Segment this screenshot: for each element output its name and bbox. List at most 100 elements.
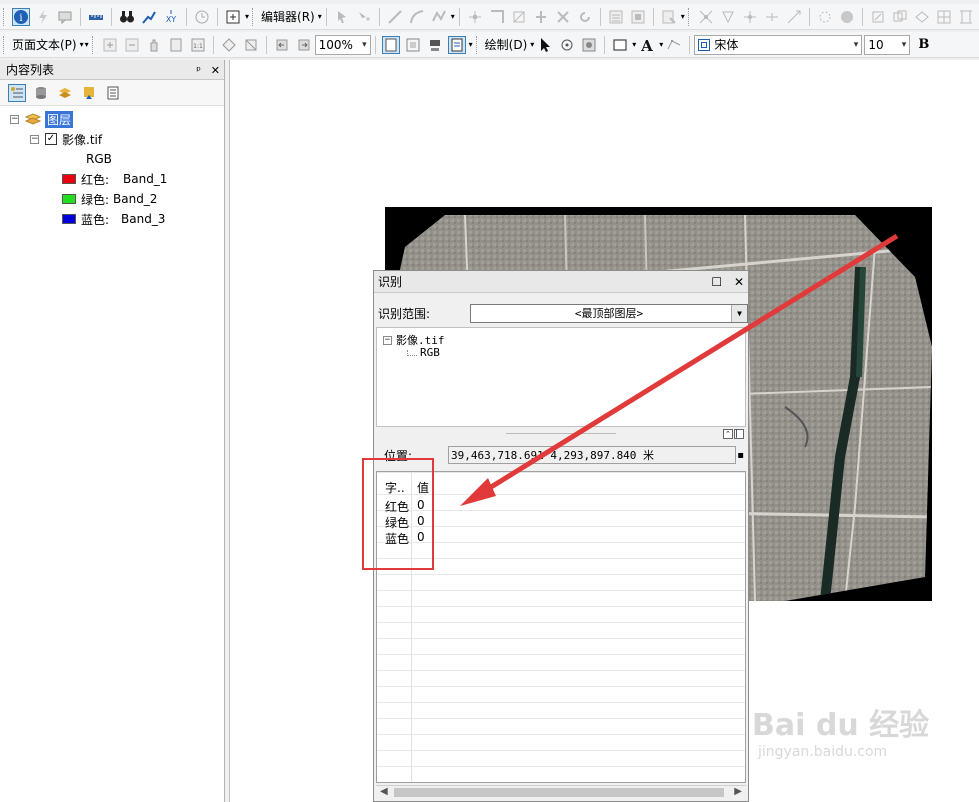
chevron-down-icon[interactable]: ▾ bbox=[362, 40, 367, 50]
go-to-xy-icon[interactable]: XY bbox=[162, 8, 180, 26]
toolbar-grip[interactable] bbox=[3, 7, 7, 26]
edit-vertices-icon[interactable] bbox=[466, 8, 484, 26]
focus-data-frame-icon[interactable] bbox=[404, 36, 422, 54]
maximize-icon[interactable]: ☐ bbox=[711, 275, 722, 289]
pin-icon[interactable]: ᵖ bbox=[196, 64, 201, 77]
chevron-down-icon[interactable]: ▾ bbox=[530, 40, 534, 49]
chevron-down-icon[interactable]: ▾ bbox=[854, 40, 859, 50]
edit-annotation-icon[interactable] bbox=[355, 8, 373, 26]
lightning-icon[interactable] bbox=[34, 8, 52, 26]
zoom-in-layout-icon[interactable] bbox=[101, 36, 119, 54]
sketch-properties-icon[interactable] bbox=[629, 8, 647, 26]
toggle-draft-mode-icon[interactable] bbox=[381, 35, 400, 54]
zoom-out-layout-icon[interactable] bbox=[123, 36, 141, 54]
zoom-level-select[interactable]: 100% ▾ bbox=[314, 34, 371, 55]
attributes-icon[interactable] bbox=[607, 8, 625, 26]
select-elements-icon[interactable] bbox=[536, 36, 554, 54]
identify-title-bar[interactable]: 识别 ☐ ✕ bbox=[374, 271, 748, 293]
draw-menu[interactable]: 绘制(D) bbox=[483, 36, 530, 53]
topology-extent-icon[interactable] bbox=[957, 8, 975, 26]
chevron-down-icon[interactable]: ▾ bbox=[469, 40, 473, 49]
rotate-icon[interactable] bbox=[576, 8, 594, 26]
chevron-down-icon[interactable]: ▾ bbox=[80, 40, 84, 49]
previous-extent-icon[interactable] bbox=[273, 36, 291, 54]
layer-row[interactable]: − ✓ 影像.tif bbox=[30, 130, 102, 148]
list-by-source-icon[interactable] bbox=[32, 84, 50, 102]
layers-root-row[interactable]: − 图层 bbox=[10, 110, 74, 128]
identify-tree-child-row[interactable]: RGB bbox=[407, 346, 440, 359]
layer-name[interactable]: 影像.tif bbox=[62, 131, 102, 148]
measure-icon[interactable] bbox=[87, 8, 105, 26]
zoom-whole-page-icon[interactable] bbox=[167, 36, 185, 54]
identify-tree-child[interactable]: RGB bbox=[420, 346, 440, 359]
reshape-icon[interactable] bbox=[488, 8, 506, 26]
chevron-down-icon[interactable]: ▾ bbox=[659, 40, 663, 49]
toolbar-grip[interactable] bbox=[252, 7, 256, 26]
chevron-down-icon[interactable]: ▾ bbox=[451, 12, 455, 21]
fix-topology-error-icon[interactable] bbox=[869, 8, 887, 26]
time-slider-icon[interactable] bbox=[193, 8, 211, 26]
band-row-green[interactable]: 绿色: Band_2 bbox=[62, 190, 157, 208]
green-swatch[interactable] bbox=[62, 194, 76, 204]
collapse-icon[interactable]: − bbox=[383, 335, 392, 345]
new-text-icon[interactable]: A bbox=[638, 36, 656, 54]
options-icon[interactable] bbox=[104, 84, 122, 102]
chevron-down-icon[interactable]: ▾ bbox=[681, 12, 685, 21]
topology-node-icon[interactable] bbox=[741, 8, 759, 26]
rotate-element-icon[interactable] bbox=[558, 36, 576, 54]
red-swatch[interactable] bbox=[62, 174, 76, 184]
identify-location-field[interactable]: 39,463,718.691 4,293,897.840 米 bbox=[448, 446, 736, 464]
shared-features-icon[interactable] bbox=[891, 8, 909, 26]
cut-polygons-icon[interactable] bbox=[510, 8, 528, 26]
topology-edit-icon[interactable] bbox=[697, 8, 715, 26]
close-icon[interactable]: ✕ bbox=[211, 64, 220, 77]
identify-horizontal-scrollbar[interactable]: ◀ ▶ bbox=[376, 785, 746, 799]
create-viewer-icon[interactable] bbox=[224, 8, 242, 26]
zoom-to-selected-icon[interactable] bbox=[580, 36, 598, 54]
toolbar-grip[interactable] bbox=[91, 35, 96, 54]
chevron-down-icon[interactable]: ▾ bbox=[318, 12, 322, 21]
edit-tool-icon[interactable] bbox=[333, 8, 351, 26]
chevron-down-icon[interactable]: ▾ bbox=[85, 40, 89, 49]
chevron-down-icon[interactable]: ▾ bbox=[245, 12, 249, 21]
topology-grid-icon[interactable] bbox=[935, 8, 953, 26]
chevron-down-icon[interactable]: ▾ bbox=[632, 40, 636, 49]
identify-tool-icon[interactable]: i bbox=[12, 7, 30, 26]
find-binoculars-icon[interactable] bbox=[118, 8, 136, 26]
layout-text-menu[interactable]: 页面文本(P) bbox=[10, 36, 79, 53]
show-shared-icon[interactable] bbox=[913, 8, 931, 26]
create-features-icon[interactable] bbox=[660, 8, 678, 26]
split-icon[interactable] bbox=[532, 8, 550, 26]
list-by-visibility-icon[interactable] bbox=[56, 84, 74, 102]
location-units-icon[interactable]: ▪ bbox=[737, 450, 744, 461]
layer-visibility-checkbox[interactable]: ✓ bbox=[45, 133, 57, 145]
list-by-drawing-order-icon[interactable] bbox=[8, 83, 26, 102]
rectangle-icon[interactable] bbox=[611, 36, 629, 54]
chevron-down-icon[interactable]: ▾ bbox=[902, 40, 907, 50]
collapse-icon[interactable]: − bbox=[10, 114, 19, 124]
collapse-icon[interactable]: − bbox=[30, 134, 39, 144]
straight-segment-icon[interactable] bbox=[386, 8, 404, 26]
list-by-selection-icon[interactable] bbox=[80, 84, 98, 102]
next-extent-icon[interactable] bbox=[295, 36, 313, 54]
topology-edge-icon[interactable] bbox=[763, 8, 781, 26]
identify-splitter[interactable]: ⌃ ▏ bbox=[376, 429, 746, 439]
toolbar-grip[interactable] bbox=[3, 35, 7, 54]
blue-swatch[interactable] bbox=[62, 214, 76, 224]
find-route-icon[interactable] bbox=[140, 8, 158, 26]
data-driven-pages-icon[interactable] bbox=[447, 35, 466, 54]
font-size-select[interactable]: 10 ▾ bbox=[864, 34, 911, 55]
zoom-100-icon[interactable]: 1:1 bbox=[189, 36, 207, 54]
change-layout-icon[interactable] bbox=[426, 36, 444, 54]
bold-button[interactable]: B bbox=[916, 37, 931, 52]
validate-topology-icon[interactable] bbox=[816, 8, 834, 26]
topology-align-icon[interactable] bbox=[785, 8, 803, 26]
scroll-thumb[interactable] bbox=[394, 788, 724, 797]
pan-layout-icon[interactable] bbox=[145, 36, 163, 54]
close-icon[interactable]: ✕ bbox=[734, 275, 744, 289]
scroll-left-icon[interactable]: ◀ bbox=[380, 786, 388, 797]
fixed-zoom-in-icon[interactable] bbox=[220, 36, 238, 54]
trace-icon[interactable] bbox=[430, 8, 448, 26]
pane-toggle-icon[interactable]: ▏ bbox=[734, 429, 744, 439]
band-row-blue[interactable]: 蓝色: Band_3 bbox=[62, 210, 165, 228]
